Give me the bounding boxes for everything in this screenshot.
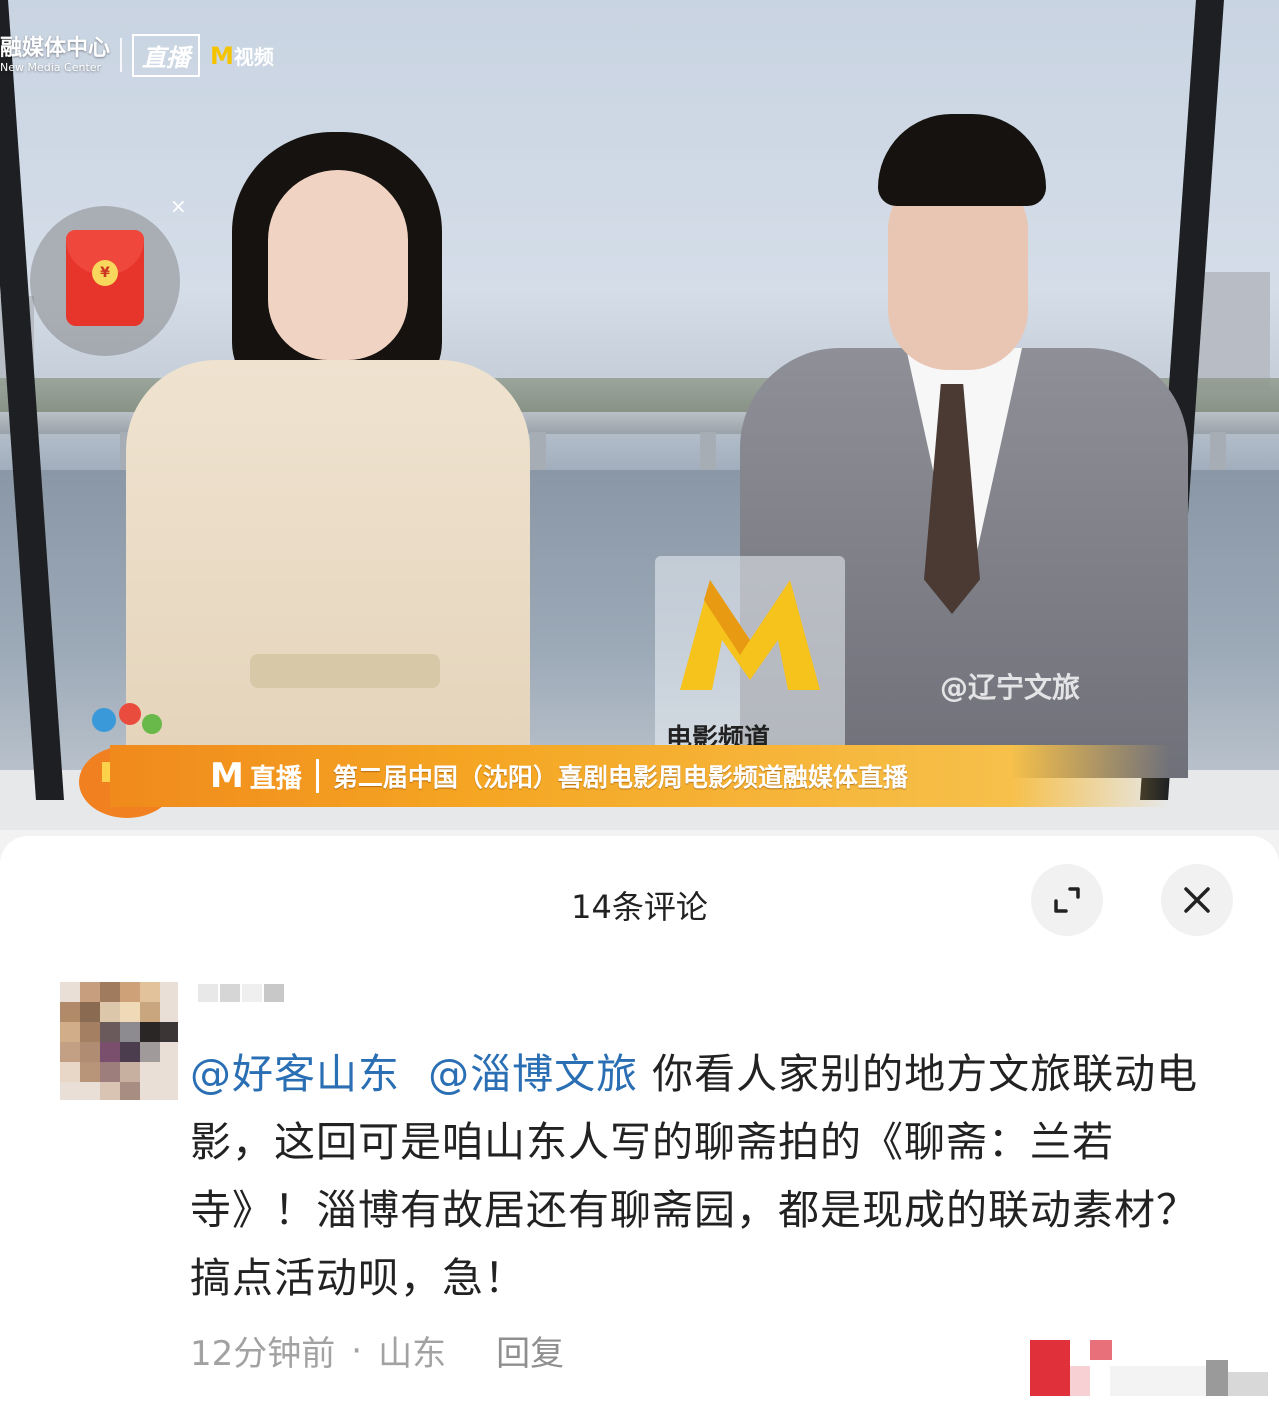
ticker-divider (315, 759, 319, 793)
avatar-pixel (140, 1022, 160, 1042)
avatar-pixel (80, 1002, 100, 1022)
avatar-pixel (60, 1002, 80, 1022)
avatar-pixel (140, 1002, 160, 1022)
red-packet-close-icon[interactable]: × (170, 194, 187, 218)
lower-third-ticker: M 直播 第二届中国（沈阳）喜剧电影周电影频道融媒体直播 (110, 745, 1170, 807)
avatar-pixel (100, 1062, 120, 1082)
red-packet-widget[interactable]: ¥ (30, 206, 180, 356)
anchor-face (268, 170, 408, 360)
avatar[interactable] (60, 982, 178, 1100)
m-logo-letter: M (210, 41, 234, 70)
red-packet-icon[interactable]: ¥ (66, 230, 144, 326)
avatar-pixel (140, 1042, 160, 1062)
anchor-jacket (126, 360, 530, 780)
avatar-pixel (120, 1082, 140, 1100)
ticker-title: 第二届中国（沈阳）喜剧电影周电影频道融媒体直播 (332, 763, 908, 792)
avatar-pixel (60, 1062, 80, 1082)
comments-sheet: 14条评论 @好客山东 @淄博文旅 你看人家别的地方文旅联动电影，这回可是咱山东… (0, 836, 1279, 1422)
avatar-pixel (60, 1042, 80, 1062)
comment-location: 山东 (378, 1334, 447, 1374)
comment-meta: 12分钟前 · 山东 回复 (190, 1326, 564, 1375)
expand-icon (1054, 887, 1080, 913)
avatar-pixel (80, 982, 100, 1002)
movie-channel-m-logo (680, 580, 820, 690)
avatar-pixel (120, 1022, 140, 1042)
avatar-pixel (120, 1062, 140, 1082)
mention-link[interactable]: @好客山东 (190, 1050, 400, 1098)
avatar-pixel (60, 1022, 80, 1042)
avatar-pixel (120, 1002, 140, 1022)
redacted-block (220, 984, 240, 1002)
redacted-block (1206, 1360, 1228, 1396)
media-center-logo: 融媒体中心 New Media Center (0, 35, 111, 74)
redacted-block (1030, 1340, 1070, 1396)
avatar-pixel (100, 1042, 120, 1062)
bridge-pillar (700, 432, 716, 472)
channel-logo-bar: 融媒体中心 New Media Center 直播 M视频 (0, 30, 274, 80)
close-button[interactable] (1161, 864, 1233, 936)
avatar-pixel (100, 1022, 120, 1042)
media-center-name: 融媒体中心 (0, 35, 111, 61)
redacted-block (1228, 1372, 1268, 1396)
expand-button[interactable] (1031, 864, 1103, 936)
logo-divider (120, 38, 123, 72)
avatar-pixel (120, 982, 140, 1002)
bridge-pillar (1210, 432, 1226, 472)
like-button-redacted[interactable] (1030, 1336, 1270, 1396)
close-icon (1184, 887, 1210, 913)
meta-separator: · (351, 1330, 363, 1371)
avatar-pixel (140, 982, 160, 1002)
avatar-pixel (120, 1042, 140, 1062)
avatar-pixel (80, 1022, 100, 1042)
avatar-pixel (80, 1042, 100, 1062)
bridge-pillar (530, 432, 546, 472)
avatar-pixel (100, 982, 120, 1002)
anchor-hair (878, 114, 1046, 206)
ticker-live-label: 直播 (249, 763, 302, 794)
redacted-block (1070, 1366, 1090, 1396)
comment-time: 12分钟前 (190, 1334, 336, 1374)
m-logo-text: 视频 (233, 44, 274, 69)
media-center-name-en: New Media Center (0, 60, 102, 74)
comment-text: @好客山东 @淄博文旅 你看人家别的地方文旅联动电影，这回可是咱山东人写的聊斋拍… (190, 1040, 1220, 1312)
watermark: @辽宁文旅 (940, 671, 1081, 704)
avatar-pixel (80, 1062, 100, 1082)
redacted-block (1090, 1340, 1112, 1360)
avatar-pixel (100, 1082, 120, 1100)
redacted-block (264, 984, 284, 1002)
redacted-block (198, 984, 218, 1002)
video-player[interactable]: 融媒体中心 New Media Center 直播 M视频 ¥ × 电影频道 @… (0, 0, 1279, 830)
avatar-pixel (160, 1022, 178, 1042)
anchor-belt (250, 654, 440, 688)
live-tag: 直播 (132, 33, 201, 77)
mention-link[interactable]: @淄博文旅 (428, 1050, 638, 1098)
redacted-block (1110, 1366, 1210, 1396)
yuan-coin-icon: ¥ (92, 260, 118, 286)
ticker-m-logo: M (210, 756, 244, 796)
avatar-pixel (100, 1002, 120, 1022)
reply-button[interactable]: 回复 (496, 1326, 564, 1375)
m-video-logo: M视频 (210, 41, 274, 70)
username-redacted[interactable] (198, 984, 284, 1002)
redacted-block (242, 984, 262, 1002)
